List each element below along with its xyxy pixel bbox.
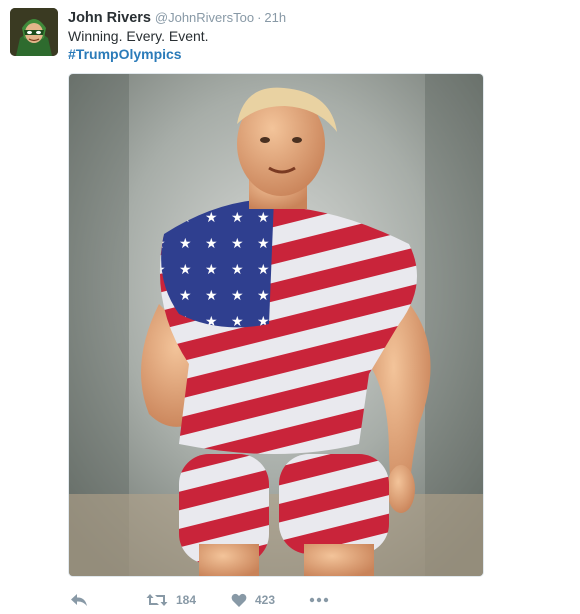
author-name[interactable]: John Rivers (68, 10, 151, 26)
tweet-timestamp[interactable]: 21h (264, 10, 286, 25)
heart-icon (231, 593, 247, 607)
author-handle[interactable]: @JohnRiversToo (155, 10, 254, 25)
more-button[interactable] (309, 589, 329, 611)
tweet-header: John Rivers @JohnRiversToo · 21h (68, 8, 286, 27)
like-count: 423 (255, 593, 276, 607)
tweet-card: John Rivers @JohnRiversToo · 21h Winning. … (0, 0, 580, 614)
like-button[interactable]: 423 (231, 589, 275, 611)
runner-illustration: ★ (69, 74, 483, 576)
reply-icon (71, 594, 87, 606)
tweet-actions: 184 423 (68, 589, 488, 611)
more-icon (309, 597, 329, 603)
reply-button[interactable] (70, 589, 88, 611)
separator-dot: · (257, 10, 262, 25)
retweet-count: 184 (176, 593, 197, 607)
tweet-photo[interactable]: ★ (68, 73, 484, 577)
retweet-button[interactable]: 184 (146, 589, 196, 611)
hashtag-link[interactable]: #TrumpOlympics (68, 45, 182, 63)
retweet-icon (146, 594, 168, 606)
author-avatar[interactable] (10, 8, 58, 56)
tweet-text: Winning. Every. Event. (68, 28, 209, 44)
